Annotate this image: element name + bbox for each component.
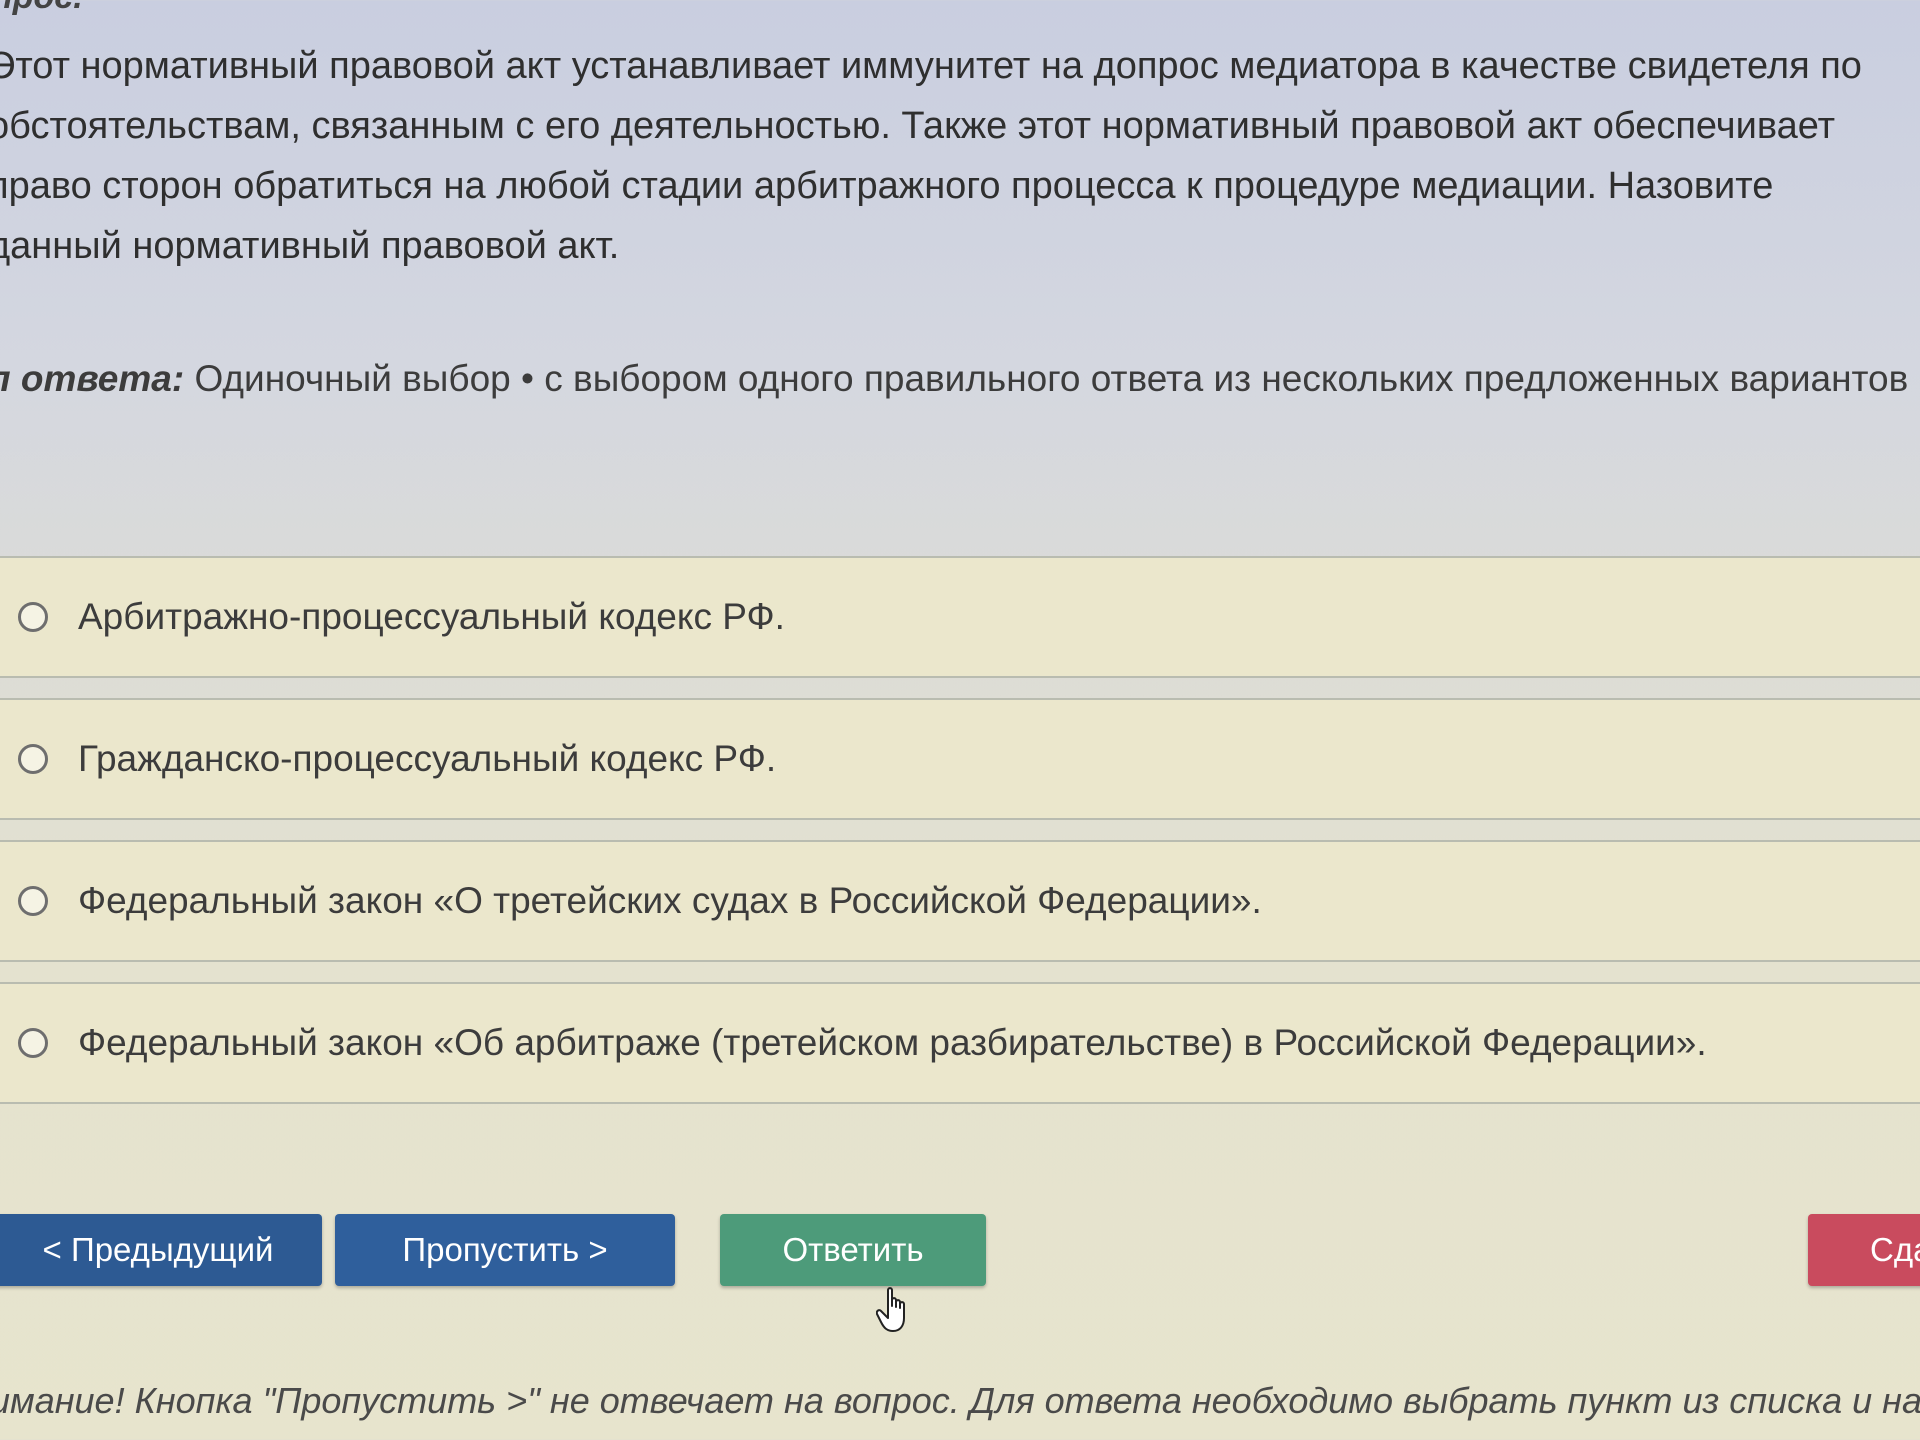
answer-option-2[interactable]: Гражданско-процессуальный кодекс РФ.	[0, 698, 1920, 820]
answer-type-label: п ответа:	[0, 358, 185, 399]
answer-option-label: Федеральный закон «Об арбитраже (третейс…	[78, 1022, 1707, 1063]
answer-option-1[interactable]: Арбитражно-процессуальный кодекс РФ.	[0, 556, 1920, 678]
question-text: Этот нормативный правовой акт устанавлив…	[0, 45, 1862, 267]
answer-button[interactable]: Ответить	[720, 1214, 986, 1286]
finish-button[interactable]: Сда	[1808, 1214, 1920, 1286]
previous-button[interactable]: < Предыдущий	[0, 1214, 322, 1286]
radio-circle-icon[interactable]	[18, 744, 48, 774]
answer-option-3[interactable]: Федеральный закон «О третейских судах в …	[0, 840, 1920, 962]
answer-type: п ответа: Одиночный выбор • с выбором од…	[0, 358, 1908, 400]
question-heading: прос.	[0, 0, 83, 17]
answer-option-label: Федеральный закон «О третейских судах в …	[78, 880, 1262, 921]
radio-circle-icon[interactable]	[18, 1028, 48, 1058]
answer-options-list: Арбитражно-процессуальный кодекс РФ. Гра…	[0, 556, 1920, 1124]
skip-button[interactable]: Пропустить >	[335, 1214, 675, 1286]
answer-option-4[interactable]: Федеральный закон «Об арбитраже (третейс…	[0, 982, 1920, 1104]
notice-text: имание! Кнопка "Пропустить >" не отвечае…	[0, 1380, 1920, 1421]
answer-type-value: Одиночный выбор • с выбором одного прави…	[194, 358, 1909, 399]
radio-circle-icon[interactable]	[18, 886, 48, 916]
radio-circle-icon[interactable]	[18, 602, 48, 632]
answer-option-label: Гражданско-процессуальный кодекс РФ.	[78, 738, 777, 779]
hand-pointer-icon	[876, 1287, 905, 1332]
answer-option-label: Арбитражно-процессуальный кодекс РФ.	[78, 596, 785, 637]
